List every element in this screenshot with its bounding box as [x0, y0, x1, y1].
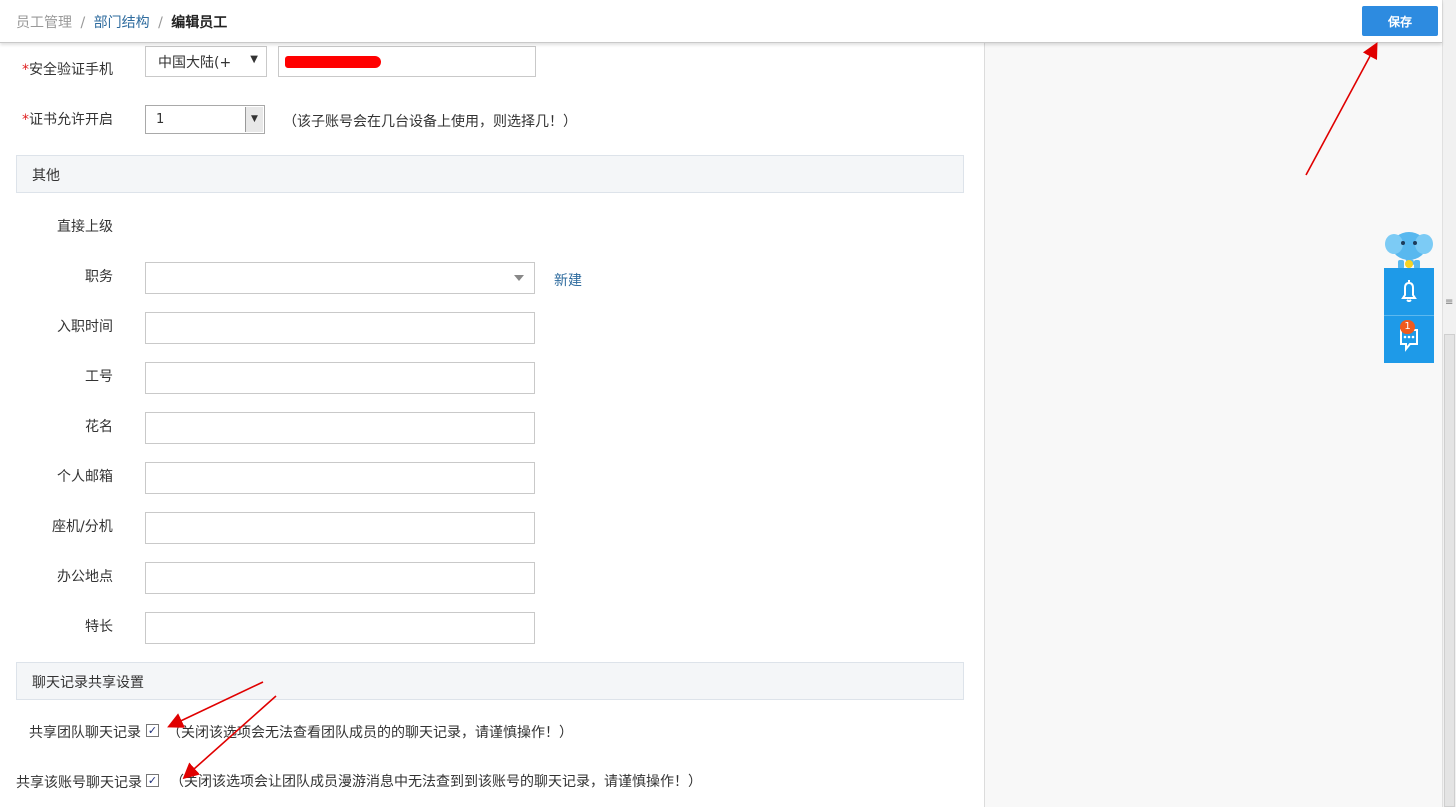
phone-label: 安全验证手机: [29, 62, 113, 78]
notification-badge: 1: [1400, 320, 1415, 334]
required-mark: *: [22, 112, 29, 128]
new-position-link[interactable]: 新建: [554, 270, 582, 290]
breadcrumb-separator: /: [158, 15, 163, 31]
breadcrumb-current: 编辑员工: [171, 15, 228, 31]
section-chat-sharing: 聊天记录共享设置: [16, 662, 964, 700]
position-label: 职务: [85, 269, 113, 285]
scroll-grip-icon: ≡: [1445, 297, 1454, 308]
save-button[interactable]: 保存: [1362, 6, 1438, 36]
phone-label-row: *安全验证手机: [22, 59, 113, 79]
email-input[interactable]: [145, 462, 535, 494]
required-mark: *: [22, 62, 29, 78]
employee-no-label: 工号: [85, 369, 113, 385]
team-share-label: 共享团队聊天记录: [29, 725, 141, 741]
account-share-hint: （关闭该选项会让团队成员漫游消息中无法查到到该账号的聊天记录，请谨慎操作！）: [170, 774, 702, 790]
dropdown-arrow-icon[interactable]: ▼: [245, 107, 263, 132]
team-share-hint: （关闭该选项会无法查看团队成员的的聊天记录，请谨慎操作！）: [167, 725, 573, 741]
breadcrumb-department[interactable]: 部门结构: [94, 15, 150, 31]
breadcrumb: 员工管理 / 部门结构 / 编辑员工: [16, 12, 227, 32]
scroll-thumb[interactable]: [1444, 334, 1455, 807]
cert-count-select[interactable]: 1 ▼: [145, 105, 265, 134]
hire-date-label: 入职时间: [57, 319, 113, 335]
redaction-mark: [285, 56, 381, 68]
account-share-label: 共享该账号聊天记录: [16, 775, 142, 791]
nickname-label: 花名: [85, 419, 113, 435]
office-label: 办公地点: [57, 569, 113, 585]
right-panel: [984, 43, 1443, 807]
specialty-label: 特长: [85, 619, 113, 635]
cert-count-value: 1: [156, 112, 165, 127]
phone-number-input[interactable]: [278, 46, 536, 77]
cert-label-row: *证书允许开启: [22, 109, 113, 129]
breadcrumb-separator: /: [80, 15, 86, 31]
specialty-input[interactable]: [145, 612, 535, 644]
hire-date-input[interactable]: [145, 312, 535, 344]
section-other: 其他: [16, 155, 964, 193]
country-code-value: 中国大陆(+: [158, 55, 232, 71]
scrollbar[interactable]: ≡: [1442, 0, 1456, 807]
elephant-mascot-icon[interactable]: [1384, 226, 1434, 270]
chevron-down-icon: [514, 275, 524, 281]
side-widget: 1: [1384, 268, 1434, 363]
chat-bubble-icon[interactable]: 1: [1384, 316, 1434, 363]
landline-label: 座机/分机: [52, 519, 113, 535]
nickname-input[interactable]: [145, 412, 535, 444]
team-share-checkbox[interactable]: ✓: [146, 724, 159, 737]
account-share-checkbox[interactable]: ✓: [146, 774, 159, 787]
office-input[interactable]: [145, 562, 535, 594]
top-bar: 员工管理 / 部门结构 / 编辑员工 保存: [0, 0, 1442, 43]
landline-input[interactable]: [145, 512, 535, 544]
bell-icon[interactable]: [1384, 268, 1434, 315]
position-select[interactable]: [145, 262, 535, 294]
country-code-select[interactable]: 中国大陆(+ ▼: [145, 46, 267, 77]
cert-hint: （该子账号会在几台设备上使用，则选择几！）: [283, 114, 577, 130]
cert-label: 证书允许开启: [29, 112, 113, 128]
employee-no-input[interactable]: [145, 362, 535, 394]
breadcrumb-root[interactable]: 员工管理: [16, 15, 72, 31]
dropdown-caret-icon: ▼: [250, 54, 258, 65]
email-label: 个人邮箱: [57, 469, 113, 485]
supervisor-label: 直接上级: [57, 219, 113, 235]
